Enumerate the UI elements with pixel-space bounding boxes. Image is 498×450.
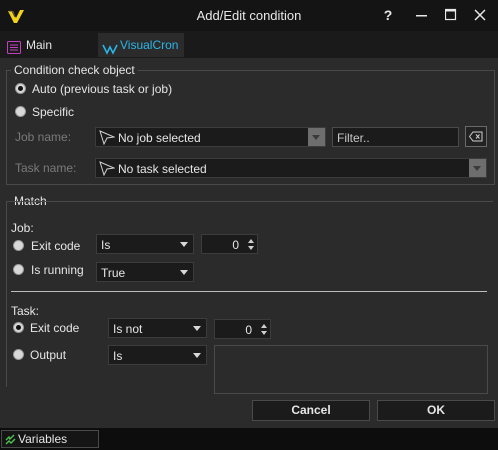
job-exit-code-radio[interactable] — [13, 240, 24, 251]
chevron-down-icon — [176, 235, 193, 253]
task-output-radio[interactable] — [13, 349, 24, 360]
tab-visualcron[interactable]: VisualCron — [98, 33, 184, 57]
scrollbar[interactable] — [488, 347, 497, 394]
specific-radio-label: Specific — [32, 105, 75, 119]
task-output-label: Output — [30, 348, 67, 362]
task-exit-code-operator-select[interactable]: Is not — [108, 318, 207, 338]
section-divider — [11, 291, 487, 292]
stepper-down-icon[interactable] — [248, 246, 254, 250]
task-exit-code-value: 0 — [245, 323, 252, 337]
job-exit-code-operator-value: Is — [101, 238, 111, 252]
task-output-textarea[interactable] — [214, 345, 488, 394]
task-name-label: Task name: — [15, 161, 77, 175]
stepper-down-icon[interactable] — [261, 331, 267, 335]
cancel-button[interactable]: Cancel — [252, 400, 370, 421]
chevron-down-icon — [189, 319, 206, 337]
task-heading: Task: — [11, 304, 40, 318]
job-name-label: Job name: — [15, 130, 72, 144]
job-heading: Job: — [11, 221, 34, 235]
task-selector-icon — [99, 161, 116, 179]
maximize-button[interactable] — [437, 2, 465, 28]
task-exit-code-label: Exit code — [30, 321, 80, 335]
close-button[interactable] — [466, 2, 494, 28]
variables-button[interactable]: Variables — [1, 430, 99, 448]
condition-check-legend: Condition check object — [14, 63, 135, 77]
clear-icon — [468, 131, 483, 145]
job-is-running-select[interactable]: True — [96, 262, 194, 282]
minimize-button[interactable] — [408, 2, 436, 28]
auto-radio-label: Auto (previous task or job) — [32, 82, 173, 96]
ok-button[interactable]: OK — [377, 400, 495, 421]
chevron-down-icon — [176, 263, 193, 281]
filter-input[interactable]: Filter.. — [332, 127, 459, 147]
task-name-value: No task selected — [118, 162, 207, 176]
job-is-running-value: True — [101, 266, 126, 280]
specific-radio[interactable] — [15, 106, 26, 117]
tab-visualcron-label: VisualCron — [120, 38, 179, 52]
task-name-select[interactable]: No task selected — [95, 158, 487, 178]
chevron-down-icon — [189, 346, 206, 364]
settings-icon — [7, 38, 21, 54]
tab-main-settings[interactable]: Main settings — [4, 33, 96, 76]
job-name-value: No job selected — [118, 131, 201, 145]
job-selector-icon — [99, 130, 116, 148]
auto-radio[interactable] — [15, 83, 26, 94]
variables-icon — [5, 434, 16, 448]
task-exit-code-stepper[interactable]: 0 — [214, 319, 271, 339]
variables-label: Variables — [18, 432, 68, 446]
stepper-up-icon[interactable] — [261, 324, 267, 328]
job-exit-code-operator-select[interactable]: Is — [96, 234, 194, 254]
chevron-down-icon — [308, 128, 325, 146]
task-exit-code-radio[interactable] — [13, 322, 24, 333]
task-output-operator-value: Is — [113, 349, 123, 363]
job-exit-code-value: 0 — [232, 238, 239, 252]
task-output-operator-select[interactable]: Is — [108, 345, 207, 365]
clear-filter-button[interactable] — [465, 126, 487, 147]
task-exit-code-operator-value: Is not — [113, 322, 143, 336]
match-top-border — [6, 201, 493, 202]
help-button[interactable]: ? — [374, 2, 402, 28]
job-exit-code-stepper[interactable]: 0 — [201, 234, 258, 254]
visualcron-icon — [102, 39, 118, 55]
job-exit-code-label: Exit code — [31, 239, 81, 253]
job-is-running-radio[interactable] — [13, 264, 24, 275]
filter-placeholder: Filter.. — [337, 131, 370, 145]
chevron-down-icon — [469, 159, 486, 177]
job-is-running-label: Is running — [31, 263, 84, 277]
stepper-up-icon[interactable] — [248, 239, 254, 243]
job-name-select[interactable]: No job selected — [95, 127, 326, 147]
